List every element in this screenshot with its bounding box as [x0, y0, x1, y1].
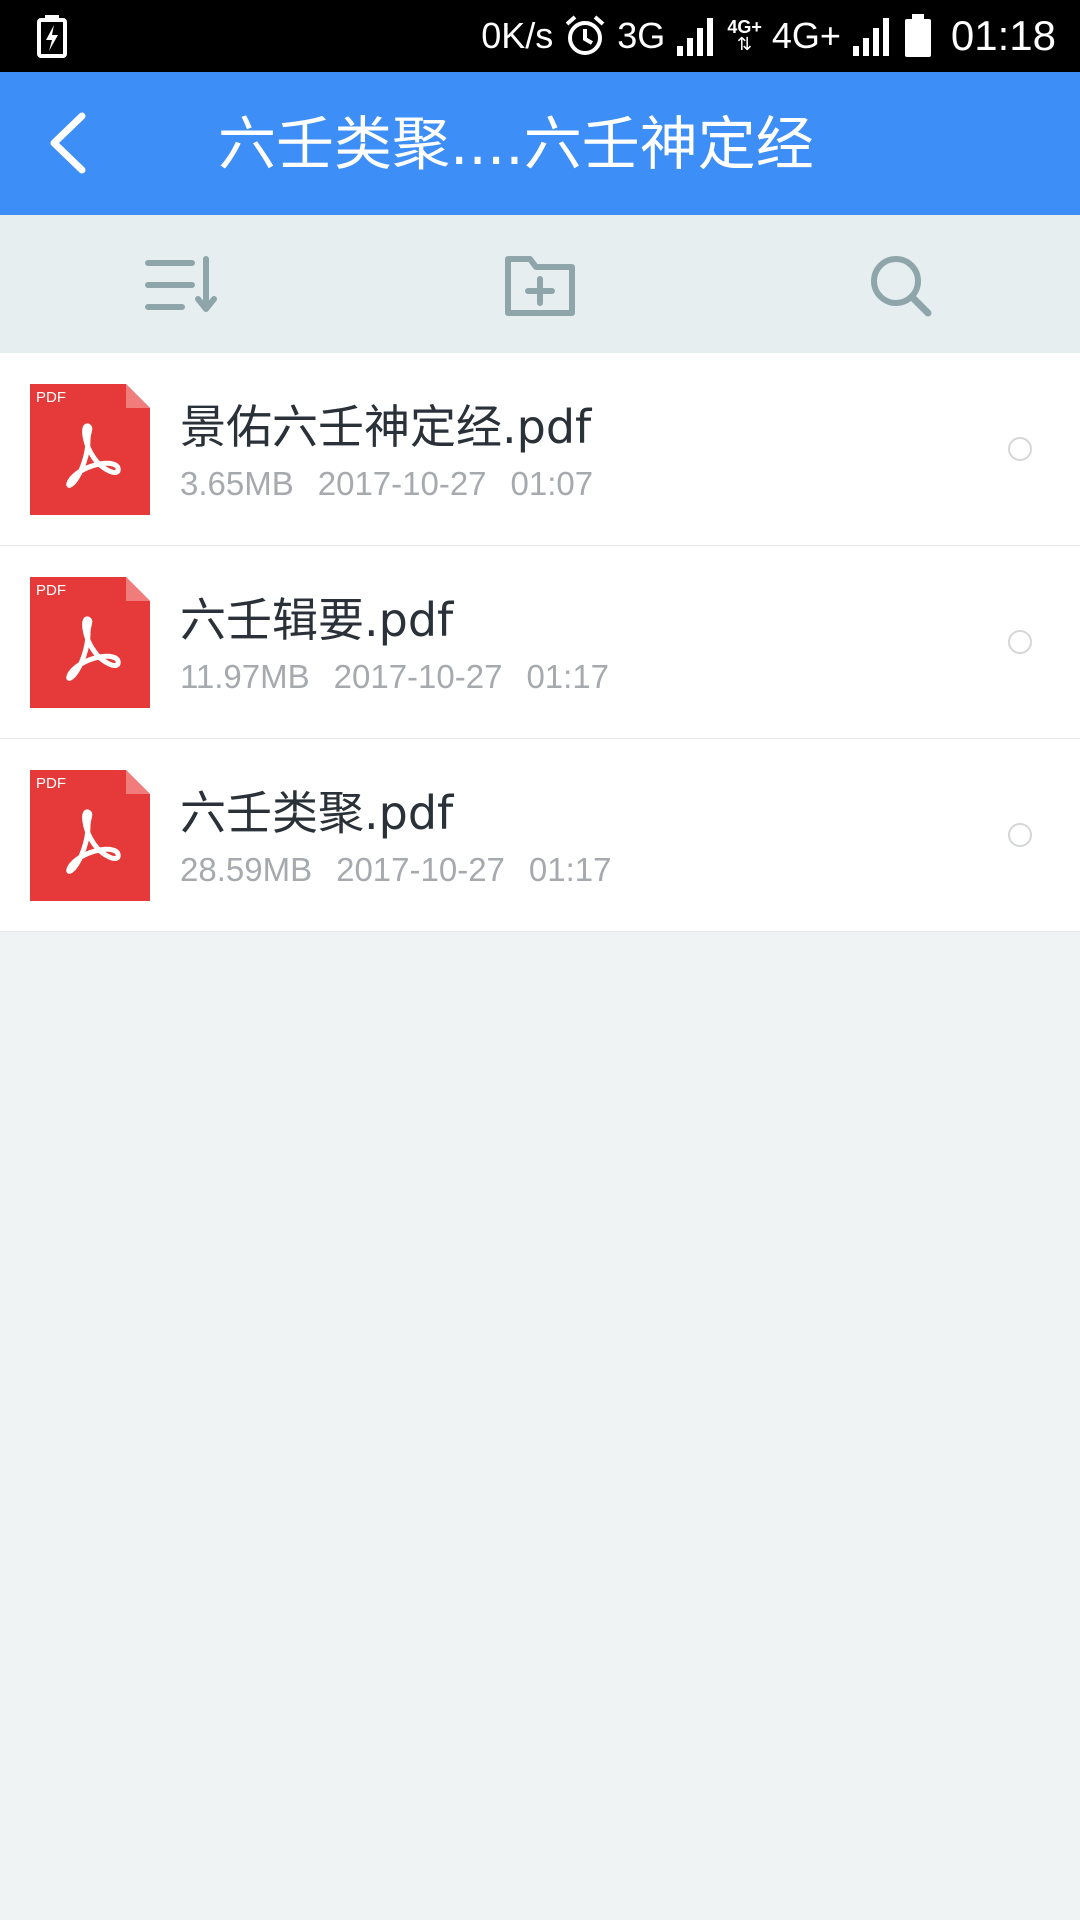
- file-meta: 11.97MB 2017-10-27 01:17: [180, 658, 633, 696]
- file-meta: 3.65MB 2017-10-27 01:07: [180, 465, 617, 503]
- signal-icon: [852, 18, 889, 56]
- battery-icon: [904, 14, 931, 57]
- status-bar: 0K/s 3G 4G+ ⇅ 4G+ 01:18: [0, 0, 1080, 72]
- alarm-icon: [565, 15, 605, 55]
- file-size: 3.65MB: [180, 465, 294, 502]
- page-title: 六壬类聚....六壬神定经: [218, 110, 814, 178]
- file-meta: 28.59MB 2017-10-27 01:17: [180, 851, 636, 889]
- pdf-file-icon: PDF: [30, 770, 150, 901]
- list-item[interactable]: PDF 景佑六壬神定经.pdf 3.65MB 2017-10-27 01:07: [0, 353, 1080, 546]
- file-list: PDF 景佑六壬神定经.pdf 3.65MB 2017-10-27 01:07 PD…: [0, 353, 1080, 932]
- new-folder-icon[interactable]: [500, 249, 580, 321]
- clock: 01:18: [950, 12, 1056, 59]
- select-radio[interactable]: [1008, 630, 1032, 654]
- file-date: 2017-10-27: [333, 658, 503, 695]
- file-date: 2017-10-27: [336, 851, 505, 888]
- list-item[interactable]: PDF 六壬类聚.pdf 28.59MB 2017-10-27 01:17: [0, 739, 1080, 932]
- network-speed: 0K/s: [481, 15, 554, 56]
- list-item[interactable]: PDF 六壬辑要.pdf 11.97MB 2017-10-27 01:17: [0, 546, 1080, 739]
- data-arrows-icon: ⇅: [737, 34, 753, 55]
- network-type-1: 3G: [617, 15, 666, 56]
- select-radio[interactable]: [1008, 437, 1032, 461]
- chevron-left-icon[interactable]: [36, 108, 106, 178]
- file-time: 01:07: [510, 465, 594, 502]
- sort-icon[interactable]: [142, 249, 222, 321]
- search-icon[interactable]: [862, 249, 942, 321]
- signal-icon: [677, 18, 714, 56]
- file-time: 01:17: [528, 851, 612, 888]
- file-name: 景佑六壬神定经.pdf: [180, 400, 592, 454]
- toolbar: [0, 215, 1080, 353]
- file-name: 六壬类聚.pdf: [180, 786, 454, 840]
- file-size: 28.59MB: [180, 851, 313, 888]
- file-name: 六壬辑要.pdf: [180, 593, 454, 647]
- select-radio[interactable]: [1008, 823, 1032, 847]
- pdf-badge: PDF: [36, 775, 66, 792]
- file-time: 01:17: [526, 658, 610, 695]
- pdf-badge: PDF: [36, 582, 66, 599]
- app-header: 六壬类聚....六壬神定经: [0, 72, 1080, 215]
- pdf-file-icon: PDF: [30, 577, 150, 708]
- file-date: 2017-10-27: [317, 465, 487, 502]
- file-size: 11.97MB: [180, 658, 310, 695]
- pdf-file-icon: PDF: [30, 384, 150, 515]
- network-type-2: 4G+: [771, 15, 841, 56]
- pdf-badge: PDF: [36, 389, 66, 406]
- battery-charging-icon: [37, 15, 67, 58]
